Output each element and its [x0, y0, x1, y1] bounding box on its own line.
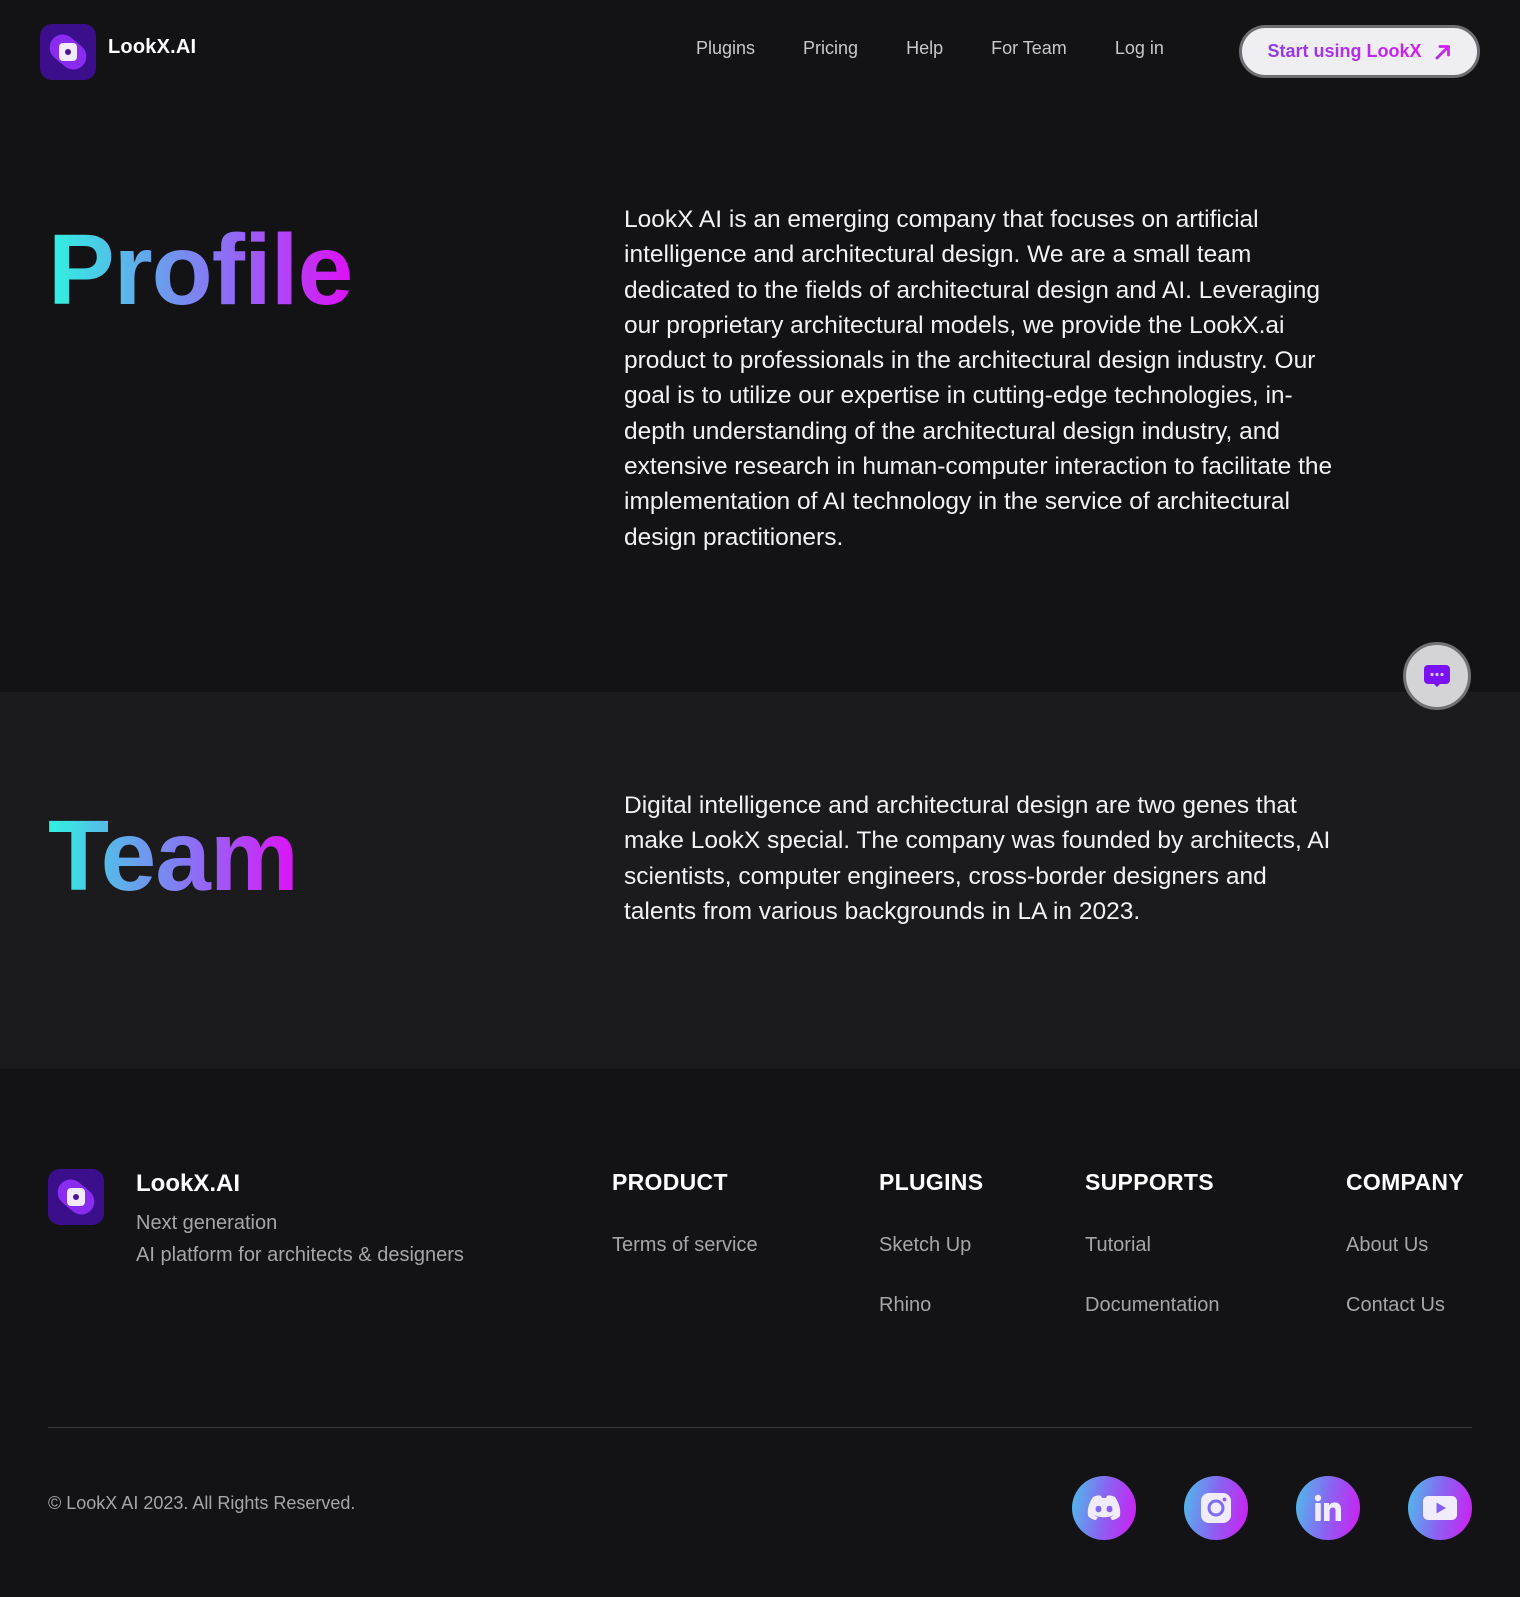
chat-button[interactable] [1403, 642, 1471, 710]
footer-tagline-line1: Next generation [136, 1212, 278, 1234]
footer: LookX.AI Next generation AI platform for… [0, 1069, 1520, 1597]
nav-link-log-in[interactable]: Log in [1115, 38, 1164, 59]
profile-title: Profile [48, 214, 353, 326]
team-description: Digital intelligence and architectural d… [624, 792, 1331, 925]
chat-bubble-icon [1424, 665, 1450, 687]
youtube-button[interactable] [1408, 1476, 1472, 1540]
footer-column-supports: SUPPORTS Tutorial Documentation [1085, 1169, 1220, 1354]
nav-link-plugins[interactable]: Plugins [696, 38, 755, 59]
footer-column-product: PRODUCT Terms of service [612, 1169, 758, 1294]
team-section: Team Digital intelligence and architectu… [0, 692, 1520, 1069]
discord-icon [1087, 1495, 1121, 1520]
nav-link-help[interactable]: Help [906, 38, 943, 59]
copyright-text: © LookX AI 2023. All Rights Reserved. [48, 1493, 356, 1513]
footer-link-rhino[interactable]: Rhino [879, 1294, 983, 1317]
top-nav: LookX.AI Plugins Pricing Help For Team L… [0, 0, 1520, 110]
footer-column-company: COMPANY About Us Contact Us [1346, 1169, 1464, 1354]
social-links [1072, 1476, 1472, 1540]
footer-column-plugins: PLUGINS Sketch Up Rhino [879, 1169, 983, 1354]
brand-name[interactable]: LookX.AI [108, 36, 196, 59]
footer-brand-name: LookX.AI [136, 1170, 241, 1197]
footer-link-contact-us[interactable]: Contact Us [1346, 1294, 1464, 1317]
footer-heading-company: COMPANY [1346, 1169, 1464, 1195]
instagram-icon [1201, 1493, 1231, 1523]
footer-link-tutorial[interactable]: Tutorial [1085, 1234, 1220, 1257]
nav-links: Plugins Pricing Help For Team Log in [696, 38, 1212, 59]
youtube-icon [1423, 1496, 1457, 1520]
footer-link-documentation[interactable]: Documentation [1085, 1294, 1220, 1317]
footer-logo-icon[interactable] [48, 1169, 104, 1225]
footer-link-about-us[interactable]: About Us [1346, 1234, 1464, 1257]
footer-link-sketch-up[interactable]: Sketch Up [879, 1234, 983, 1257]
footer-tagline-line2: AI platform for architects & designers [136, 1244, 464, 1266]
nav-link-pricing[interactable]: Pricing [803, 38, 858, 59]
instagram-button[interactable] [1184, 1476, 1248, 1540]
footer-link-terms-of-service[interactable]: Terms of service [612, 1234, 758, 1257]
footer-heading-product: PRODUCT [612, 1169, 728, 1195]
nav-link-for-team[interactable]: For Team [991, 38, 1067, 59]
start-using-label: Start using LookX [1267, 41, 1422, 61]
profile-description: LookX AI is an emerging company that foc… [624, 206, 1333, 551]
linkedin-button[interactable] [1296, 1476, 1360, 1540]
start-using-button[interactable]: Start using LookX [1239, 25, 1480, 78]
profile-section: Profile LookX AI is an emerging company … [0, 110, 1520, 692]
logo-icon[interactable] [40, 24, 96, 80]
team-title: Team [48, 800, 299, 912]
footer-divider [48, 1427, 1472, 1428]
footer-heading-plugins: PLUGINS [879, 1169, 984, 1195]
arrow-up-right-icon [1435, 44, 1450, 59]
linkedin-icon [1314, 1494, 1341, 1521]
footer-heading-supports: SUPPORTS [1085, 1169, 1214, 1195]
discord-button[interactable] [1072, 1476, 1136, 1540]
